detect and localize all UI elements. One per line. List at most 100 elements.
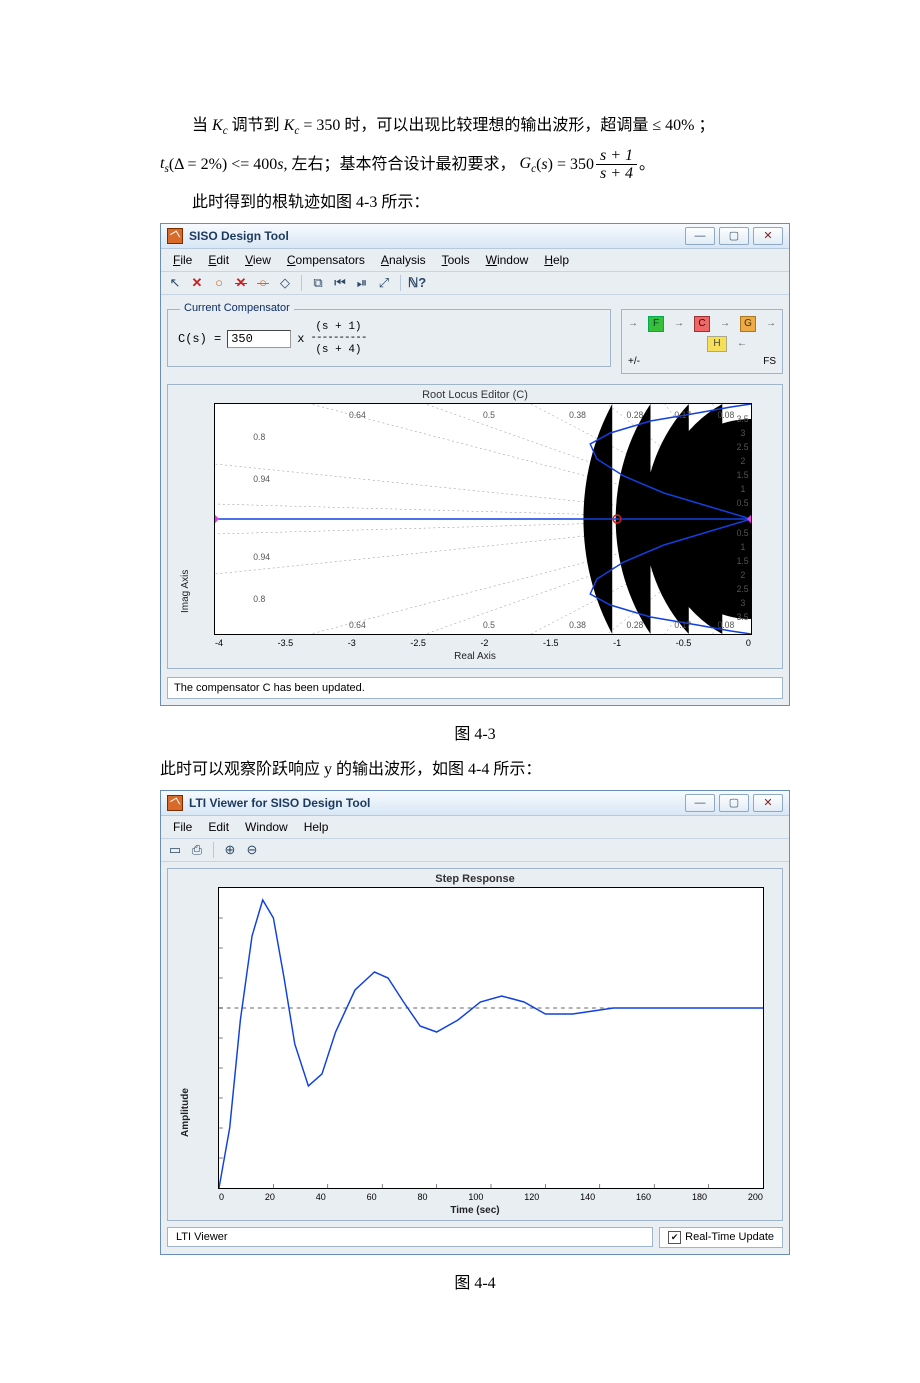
toolbar-separator	[301, 275, 302, 291]
root-locus-plot[interactable]: 0.64 0.5 0.38 0.28 0.17 0.08 0.64 0.5 0.…	[214, 403, 752, 635]
xtick: -2	[480, 638, 488, 648]
block-H: H	[707, 336, 727, 352]
svg-text:0.17: 0.17	[674, 410, 691, 420]
xtick: 100	[468, 1192, 483, 1202]
block-G: G	[740, 316, 756, 332]
menu-tools[interactable]: Tools	[434, 251, 478, 269]
svg-text:1: 1	[740, 484, 745, 494]
figure-4-3-caption: 图 4-3	[160, 720, 790, 744]
svg-text:3.5: 3.5	[737, 612, 749, 622]
minimize-button[interactable]: —	[685, 227, 715, 245]
maximize-button[interactable]: ▢	[719, 227, 749, 245]
checkbox-icon[interactable]: ✔	[668, 1231, 681, 1244]
svg-text:0.5: 0.5	[737, 528, 749, 538]
minimize-button[interactable]: —	[685, 794, 715, 812]
menu-view[interactable]: View	[237, 251, 279, 269]
lti-title: LTI Viewer for SISO Design Tool	[189, 796, 370, 810]
svg-text:1.5: 1.5	[737, 556, 749, 566]
svg-text:2: 2	[740, 456, 745, 466]
xtick: 120	[524, 1192, 539, 1202]
add-complex-zero-icon[interactable]: ○	[255, 275, 271, 291]
svg-text:0.28: 0.28	[627, 620, 644, 630]
svg-text:0.38: 0.38	[569, 410, 586, 420]
add-zero-icon[interactable]: ○	[211, 275, 227, 291]
cs-label: C(s) =	[178, 332, 221, 346]
toolbar-separator	[213, 842, 214, 858]
menu-file[interactable]: File	[165, 251, 200, 269]
xtick: -2.5	[410, 638, 426, 648]
block-C: C	[694, 316, 710, 332]
help-icon[interactable]: ℕ?	[409, 275, 425, 291]
menu-help[interactable]: Help	[296, 818, 337, 836]
menu-edit[interactable]: Edit	[200, 818, 237, 836]
svg-text:1: 1	[740, 542, 745, 552]
close-button[interactable]: ✕	[753, 227, 783, 245]
xtick: 40	[316, 1192, 326, 1202]
times-symbol: x	[297, 332, 304, 346]
menu-edit[interactable]: Edit	[200, 251, 237, 269]
block-diagram-panel[interactable]: → F → C → G → H ← +/- F	[621, 309, 783, 374]
zoom-in-x-icon[interactable]: ⏮	[332, 275, 348, 291]
xtick: -3	[348, 638, 356, 648]
svg-text:0.08: 0.08	[718, 620, 735, 630]
svg-text:2.5: 2.5	[737, 442, 749, 452]
menu-window[interactable]: Window	[237, 818, 296, 836]
gain-input[interactable]: 350	[227, 330, 291, 348]
pointer-icon[interactable]: ↖	[167, 275, 183, 291]
add-complex-pole-icon[interactable]: ✕	[233, 275, 249, 291]
eraser-icon[interactable]: ◇	[277, 275, 293, 291]
xtick: 200	[748, 1192, 763, 1202]
lti-menubar: File Edit Window Help	[161, 816, 789, 839]
xtick: -3.5	[278, 638, 294, 648]
svg-text:0.64: 0.64	[349, 410, 366, 420]
svg-text:3: 3	[740, 598, 745, 608]
x-axis-label: Time (sec)	[168, 1205, 782, 1216]
zoom-box-icon[interactable]: ⧉	[310, 275, 326, 291]
svg-text:0.64: 0.64	[349, 620, 366, 630]
xtick: 20	[265, 1192, 275, 1202]
matlab-icon	[167, 228, 183, 244]
new-icon[interactable]: ▭	[167, 842, 183, 858]
svg-text:2.5: 2.5	[737, 584, 749, 594]
menu-analysis[interactable]: Analysis	[373, 251, 434, 269]
svg-text:0.94: 0.94	[253, 552, 270, 562]
print-icon[interactable]: ⎙	[189, 842, 205, 858]
xtick: -0.5	[676, 638, 692, 648]
svg-text:0.8: 0.8	[253, 594, 265, 604]
plus-minus-label: +/-	[628, 356, 640, 367]
x-axis-label: Real Axis	[168, 651, 782, 662]
svg-text:0.17: 0.17	[674, 620, 691, 630]
xtick: 140	[580, 1192, 595, 1202]
menu-window[interactable]: Window	[478, 251, 537, 269]
lti-window: LTI Viewer for SISO Design Tool — ▢ ✕ Fi…	[160, 790, 790, 1255]
xtick: 0	[219, 1192, 224, 1202]
fs-label: FS	[763, 356, 776, 367]
close-button[interactable]: ✕	[753, 794, 783, 812]
svg-text:1.5: 1.5	[737, 470, 749, 480]
menu-compensators[interactable]: Compensators	[279, 251, 373, 269]
compensator-fraction: (s + 1) ---------- (s + 4)	[310, 322, 366, 357]
real-time-update[interactable]: ✔ Real-Time Update	[659, 1227, 783, 1248]
zoom-out-icon[interactable]: ⤢	[376, 275, 392, 291]
svg-text:2: 2	[740, 570, 745, 580]
zoom-out-icon[interactable]: ⊖	[244, 842, 260, 858]
svg-text:0.5: 0.5	[737, 498, 749, 508]
figure-4-4-caption: 图 4-4	[160, 1269, 790, 1293]
step-response-plot[interactable]: 0 5 10 15 20 25 30 35 40 45 50	[218, 887, 764, 1189]
zoom-in-icon[interactable]: ⊕	[222, 842, 238, 858]
maximize-button[interactable]: ▢	[719, 794, 749, 812]
menu-file[interactable]: File	[165, 818, 200, 836]
siso-statusbar: The compensator C has been updated.	[167, 677, 783, 699]
svg-text:0.5: 0.5	[483, 620, 495, 630]
rtu-label: Real-Time Update	[685, 1231, 774, 1243]
add-pole-icon[interactable]: ✕	[189, 275, 205, 291]
menu-help[interactable]: Help	[536, 251, 577, 269]
zoom-in-y-icon[interactable]: ⏯	[354, 275, 370, 291]
block-F: F	[648, 316, 664, 332]
lti-toolbar: ▭ ⎙ ⊕ ⊖	[161, 839, 789, 862]
svg-text:0.08: 0.08	[718, 410, 735, 420]
root-locus-panel: Root Locus Editor (C) Imag Axis	[167, 384, 783, 669]
xtick: 160	[636, 1192, 651, 1202]
xtick: -1.5	[543, 638, 559, 648]
matlab-icon	[167, 795, 183, 811]
